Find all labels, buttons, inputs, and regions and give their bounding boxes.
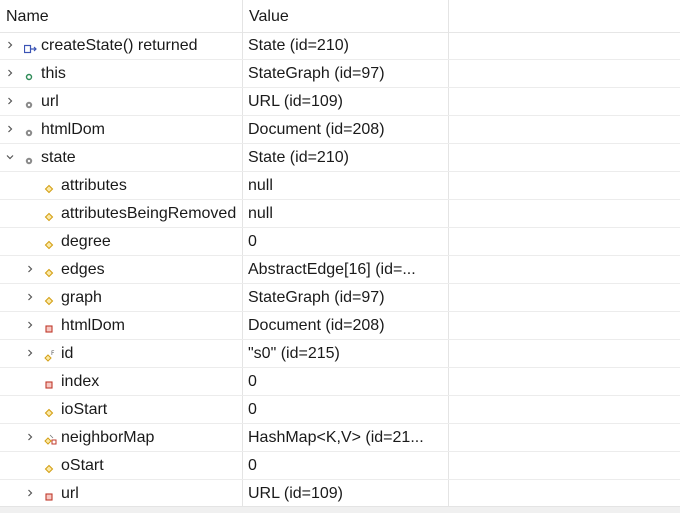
variable-value: URL (id=109) xyxy=(248,93,344,110)
tree-row-ostart[interactable]: oStart 0 xyxy=(0,452,680,480)
variable-name: createState() returned xyxy=(41,37,198,54)
protected-field-icon xyxy=(44,237,54,250)
tree-row-edges[interactable]: edges AbstractEdge[16] (id=... xyxy=(0,256,680,284)
tree-row-id[interactable]: Fid "s0" (id=215) xyxy=(0,340,680,368)
variable-name: graph xyxy=(61,289,102,306)
variable-value: null xyxy=(248,177,273,194)
variable-name: degree xyxy=(61,233,111,250)
chevron-right-icon[interactable] xyxy=(2,116,18,144)
tree-row-htmldom[interactable]: htmlDom Document (id=208) xyxy=(0,116,680,144)
parameter-icon xyxy=(24,153,34,165)
protected-field-icon xyxy=(44,461,54,474)
variable-name: attributesBeingRemoved xyxy=(61,205,237,222)
private-field-icon xyxy=(44,377,54,389)
svg-text:F: F xyxy=(51,350,55,357)
chevron-right-icon[interactable] xyxy=(2,32,18,60)
tree-row-this[interactable]: this StateGraph (id=97) xyxy=(0,60,680,88)
variable-value: "s0" (id=215) xyxy=(248,345,340,362)
variable-value: StateGraph (id=97) xyxy=(248,65,385,82)
chevron-down-icon[interactable] xyxy=(2,144,18,172)
variable-value: 0 xyxy=(248,233,257,250)
name-column-header[interactable]: Name xyxy=(6,8,49,26)
chevron-right-icon[interactable] xyxy=(22,480,38,508)
chevron-right-icon[interactable] xyxy=(2,88,18,116)
tree-row-attributes[interactable]: attributes null xyxy=(0,172,680,200)
tree-row-url[interactable]: url URL (id=109) xyxy=(0,480,680,508)
protected-field-icon xyxy=(44,265,54,278)
tree-row-index[interactable]: index 0 xyxy=(0,368,680,396)
protected-field-icon xyxy=(44,181,54,194)
tree-row-attributesbeingremoved[interactable]: attributesBeingRemoved null xyxy=(0,200,680,228)
value-column-header[interactable]: Value xyxy=(249,8,289,26)
variable-name: htmlDom xyxy=(61,317,126,334)
variable-name: neighborMap xyxy=(61,429,155,446)
tree-row-state[interactable]: state State (id=210) xyxy=(0,144,680,172)
variable-value: StateGraph (id=97) xyxy=(248,289,385,306)
private-field-icon xyxy=(44,321,54,333)
chevron-right-icon[interactable] xyxy=(22,340,38,368)
variable-value: URL (id=109) xyxy=(248,485,344,502)
variable-value: HashMap<K,V> (id=21... xyxy=(248,429,424,446)
variable-name: url xyxy=(41,93,59,110)
tree-row-graph[interactable]: graph StateGraph (id=97) xyxy=(0,284,680,312)
variable-name: oStart xyxy=(61,457,104,474)
variable-value: 0 xyxy=(248,401,257,418)
variables-header: Name Value xyxy=(0,0,680,33)
variable-name: edges xyxy=(61,261,105,278)
protected-field-icon xyxy=(44,405,54,418)
final-field-icon: F xyxy=(44,349,55,362)
tree-row-createstate-returned[interactable]: createState() returned State (id=210) xyxy=(0,32,680,60)
variable-value: Document (id=208) xyxy=(248,317,385,334)
variable-name: ioStart xyxy=(61,401,108,418)
tree-row-neighbormap[interactable]: neighborMap HashMap<K,V> (id=21... xyxy=(0,424,680,452)
chevron-right-icon[interactable] xyxy=(22,424,38,452)
chevron-right-icon[interactable] xyxy=(2,60,18,88)
variable-value: State (id=210) xyxy=(248,149,349,166)
chevron-right-icon[interactable] xyxy=(22,284,38,312)
variable-name: attributes xyxy=(61,177,127,194)
tree-row-degree[interactable]: degree 0 xyxy=(0,228,680,256)
variable-name: htmlDom xyxy=(41,121,106,138)
protected-field-icon xyxy=(44,293,54,306)
generic-field-icon xyxy=(44,433,57,445)
return-value-icon xyxy=(23,41,37,54)
variable-name: state xyxy=(41,149,76,166)
variable-name: id xyxy=(61,345,74,362)
tree-row-url[interactable]: url URL (id=109) xyxy=(0,88,680,116)
variable-name: this xyxy=(41,65,66,82)
private-field-icon xyxy=(44,489,54,501)
variable-value: Document (id=208) xyxy=(248,121,385,138)
variable-value: AbstractEdge[16] (id=... xyxy=(248,261,416,278)
local-variable-icon xyxy=(24,69,34,81)
tree-row-htmldom[interactable]: htmlDom Document (id=208) xyxy=(0,312,680,340)
parameter-icon xyxy=(24,125,34,137)
variable-value: 0 xyxy=(248,457,257,474)
tree-row-iostart[interactable]: ioStart 0 xyxy=(0,396,680,424)
variable-value: null xyxy=(248,205,273,222)
variable-value: 0 xyxy=(248,373,257,390)
variable-value: State (id=210) xyxy=(248,37,349,54)
variables-tree: createState() returned State (id=210) this… xyxy=(0,32,680,508)
chevron-right-icon[interactable] xyxy=(22,312,38,340)
protected-field-icon xyxy=(44,209,54,222)
variable-name: index xyxy=(61,373,100,390)
chevron-right-icon[interactable] xyxy=(22,256,38,284)
parameter-icon xyxy=(24,97,34,109)
variable-name: url xyxy=(61,485,79,502)
